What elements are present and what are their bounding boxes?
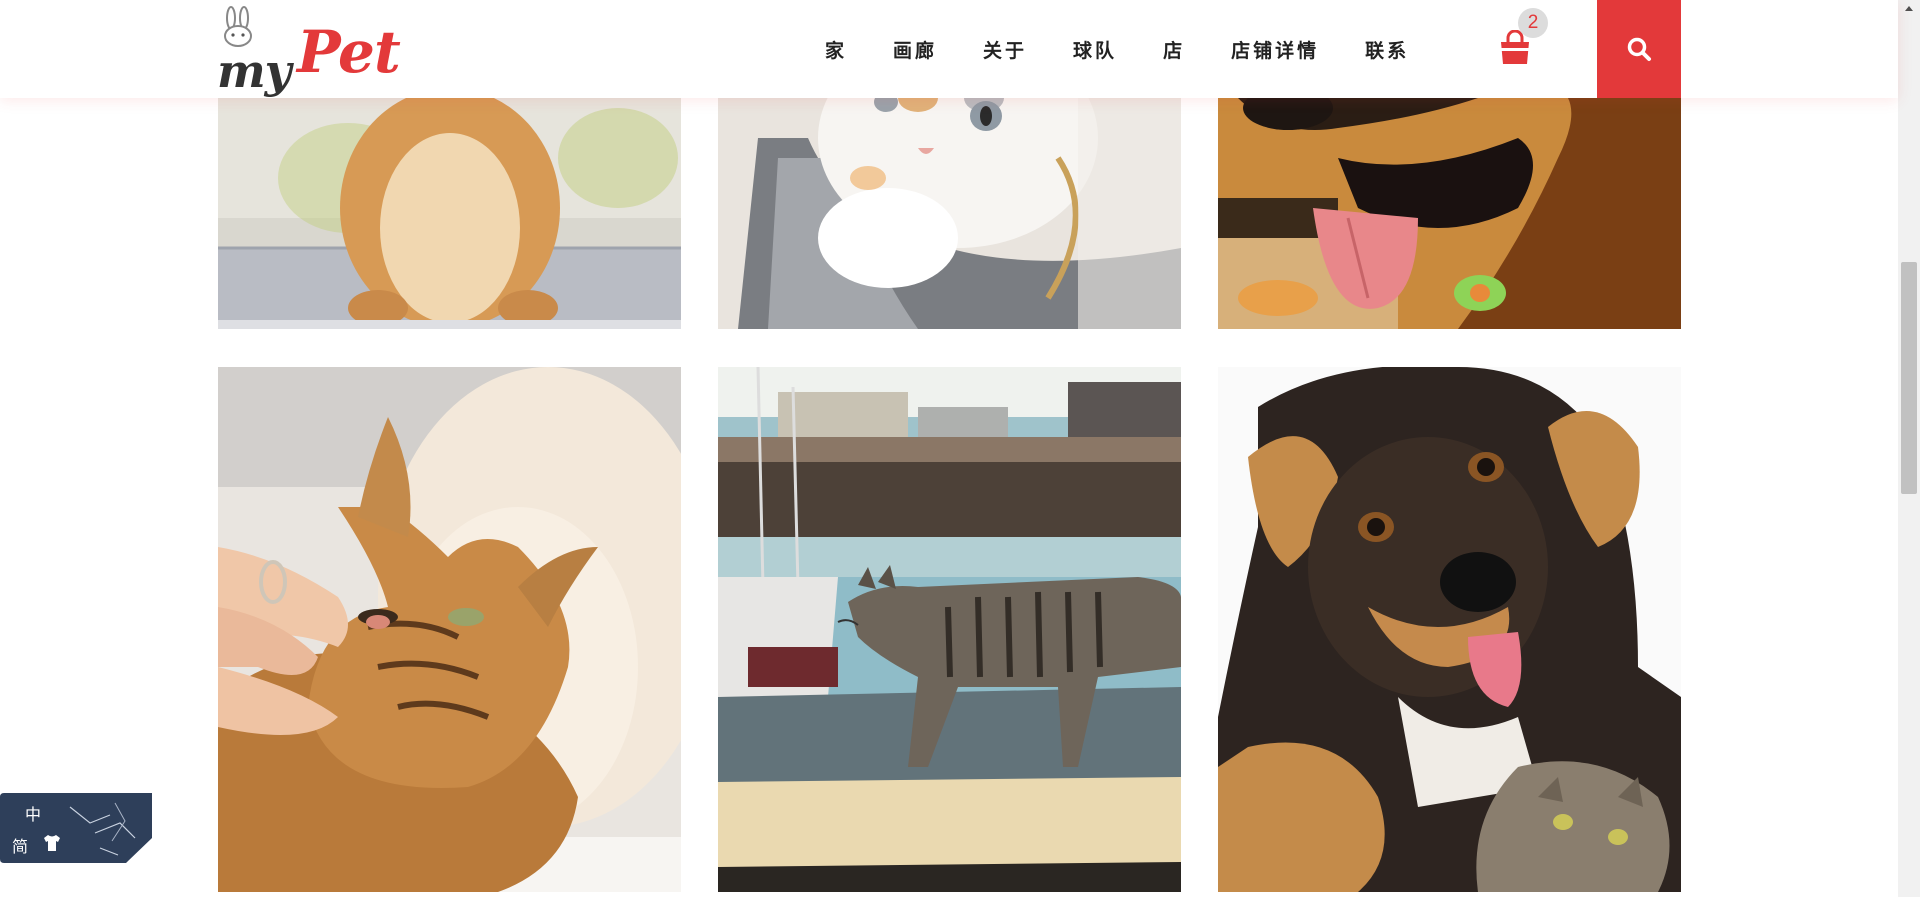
site-logo[interactable]: my Pet xyxy=(217,6,401,98)
page-scrollbar[interactable] xyxy=(1898,0,1920,897)
nav-item-gallery[interactable]: 画廊 xyxy=(893,36,937,63)
nav-item-about[interactable]: 关于 xyxy=(983,36,1027,63)
nav-item-team[interactable]: 球队 xyxy=(1073,36,1117,63)
nav-item-shop-details[interactable]: 店铺详情 xyxy=(1231,36,1319,63)
shirt-icon xyxy=(44,835,60,851)
language-switcher[interactable]: 中 简 xyxy=(0,793,152,863)
language-label-simplified[interactable]: 简 xyxy=(12,833,28,857)
gallery-image-tabby-cat-petted[interactable] xyxy=(218,367,681,892)
scroll-up-arrow-icon[interactable] xyxy=(1898,0,1920,18)
main-nav: 家 画廊 关于 球队 店 店铺详情 联系 xyxy=(825,0,1409,98)
search-button[interactable] xyxy=(1597,0,1681,98)
gallery-image-tabby-cat-walking[interactable] xyxy=(718,367,1181,892)
nav-item-contact[interactable]: 联系 xyxy=(1365,36,1409,63)
gallery-image-golden-dog[interactable] xyxy=(1218,98,1681,329)
cart-count-badge: 2 xyxy=(1518,8,1548,38)
language-label-chinese[interactable]: 中 xyxy=(25,801,41,825)
logo-text-pet: Pet xyxy=(297,18,401,86)
gallery-image-white-kitten[interactable] xyxy=(718,98,1181,329)
nav-item-home[interactable]: 家 xyxy=(825,36,847,63)
site-header: my Pet 家 画廊 关于 球队 店 店铺详情 联系 2 xyxy=(0,0,1898,98)
gallery-image-black-tan-dog-with-cat[interactable] xyxy=(1218,367,1681,892)
search-icon xyxy=(1627,37,1651,61)
nav-item-shop[interactable]: 店 xyxy=(1163,36,1185,63)
logo-text-my: my xyxy=(217,44,291,98)
gallery-image-orange-kitten[interactable] xyxy=(218,98,681,329)
scrollbar-thumb[interactable] xyxy=(1901,262,1917,494)
